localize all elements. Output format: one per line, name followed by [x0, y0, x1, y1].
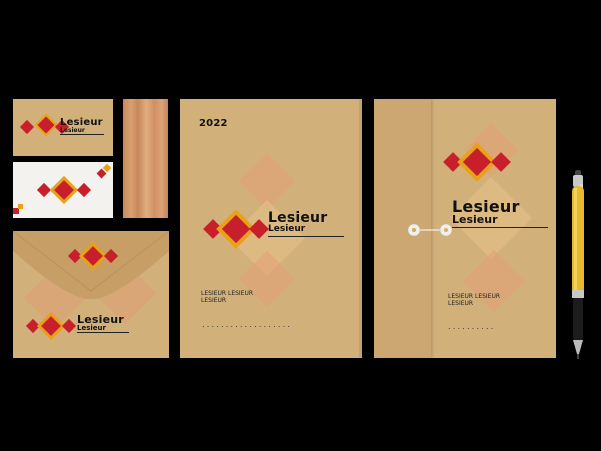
string-tie-closure [407, 223, 453, 237]
diamond-logo-icon [25, 311, 77, 341]
folder-background-pattern [449, 123, 533, 313]
brand-name: Lesieur [268, 210, 328, 226]
envelope: Lesieur Lesieur [13, 231, 169, 358]
diamond-logo-icon [443, 142, 511, 182]
folder-footer: LESIEUR LESIEUR LESIEUR [201, 290, 253, 305]
diamond-logo-icon [36, 175, 92, 205]
string-tie-folder: Lesieur Lesieur LESIEUR LESIEUR LESIEUR … [374, 99, 556, 358]
diamond-logo-icon [67, 241, 119, 271]
folder-footer-line2: LESIEUR [448, 299, 474, 307]
business-card-back [13, 162, 113, 218]
brand-rule [77, 332, 129, 333]
business-card-front: Lesieur Lesieur [13, 99, 113, 156]
brand-rule [60, 134, 104, 135]
folder-dots: ................... [202, 320, 293, 329]
corner-pattern-icon [96, 163, 112, 179]
corner-pattern-icon [13, 204, 23, 214]
brand-subname: Lesieur [268, 224, 306, 234]
wood-sample [123, 99, 168, 218]
folder-dots: .......... [448, 322, 496, 331]
brand-rule [268, 236, 344, 237]
brand-subname: Lesieur [77, 324, 106, 332]
ballpoint-pen-icon [572, 170, 584, 359]
presentation-folder: 2022 Lesieur Lesieur LESIEUR LESIEUR LES… [180, 99, 362, 358]
folder-footer-line2: LESIEUR [201, 296, 227, 304]
folder-footer: LESIEUR LESIEUR LESIEUR [448, 293, 500, 308]
brand-rule [452, 227, 548, 228]
brand-subname: Lesieur [452, 213, 498, 226]
diamond-logo-icon [203, 209, 269, 249]
